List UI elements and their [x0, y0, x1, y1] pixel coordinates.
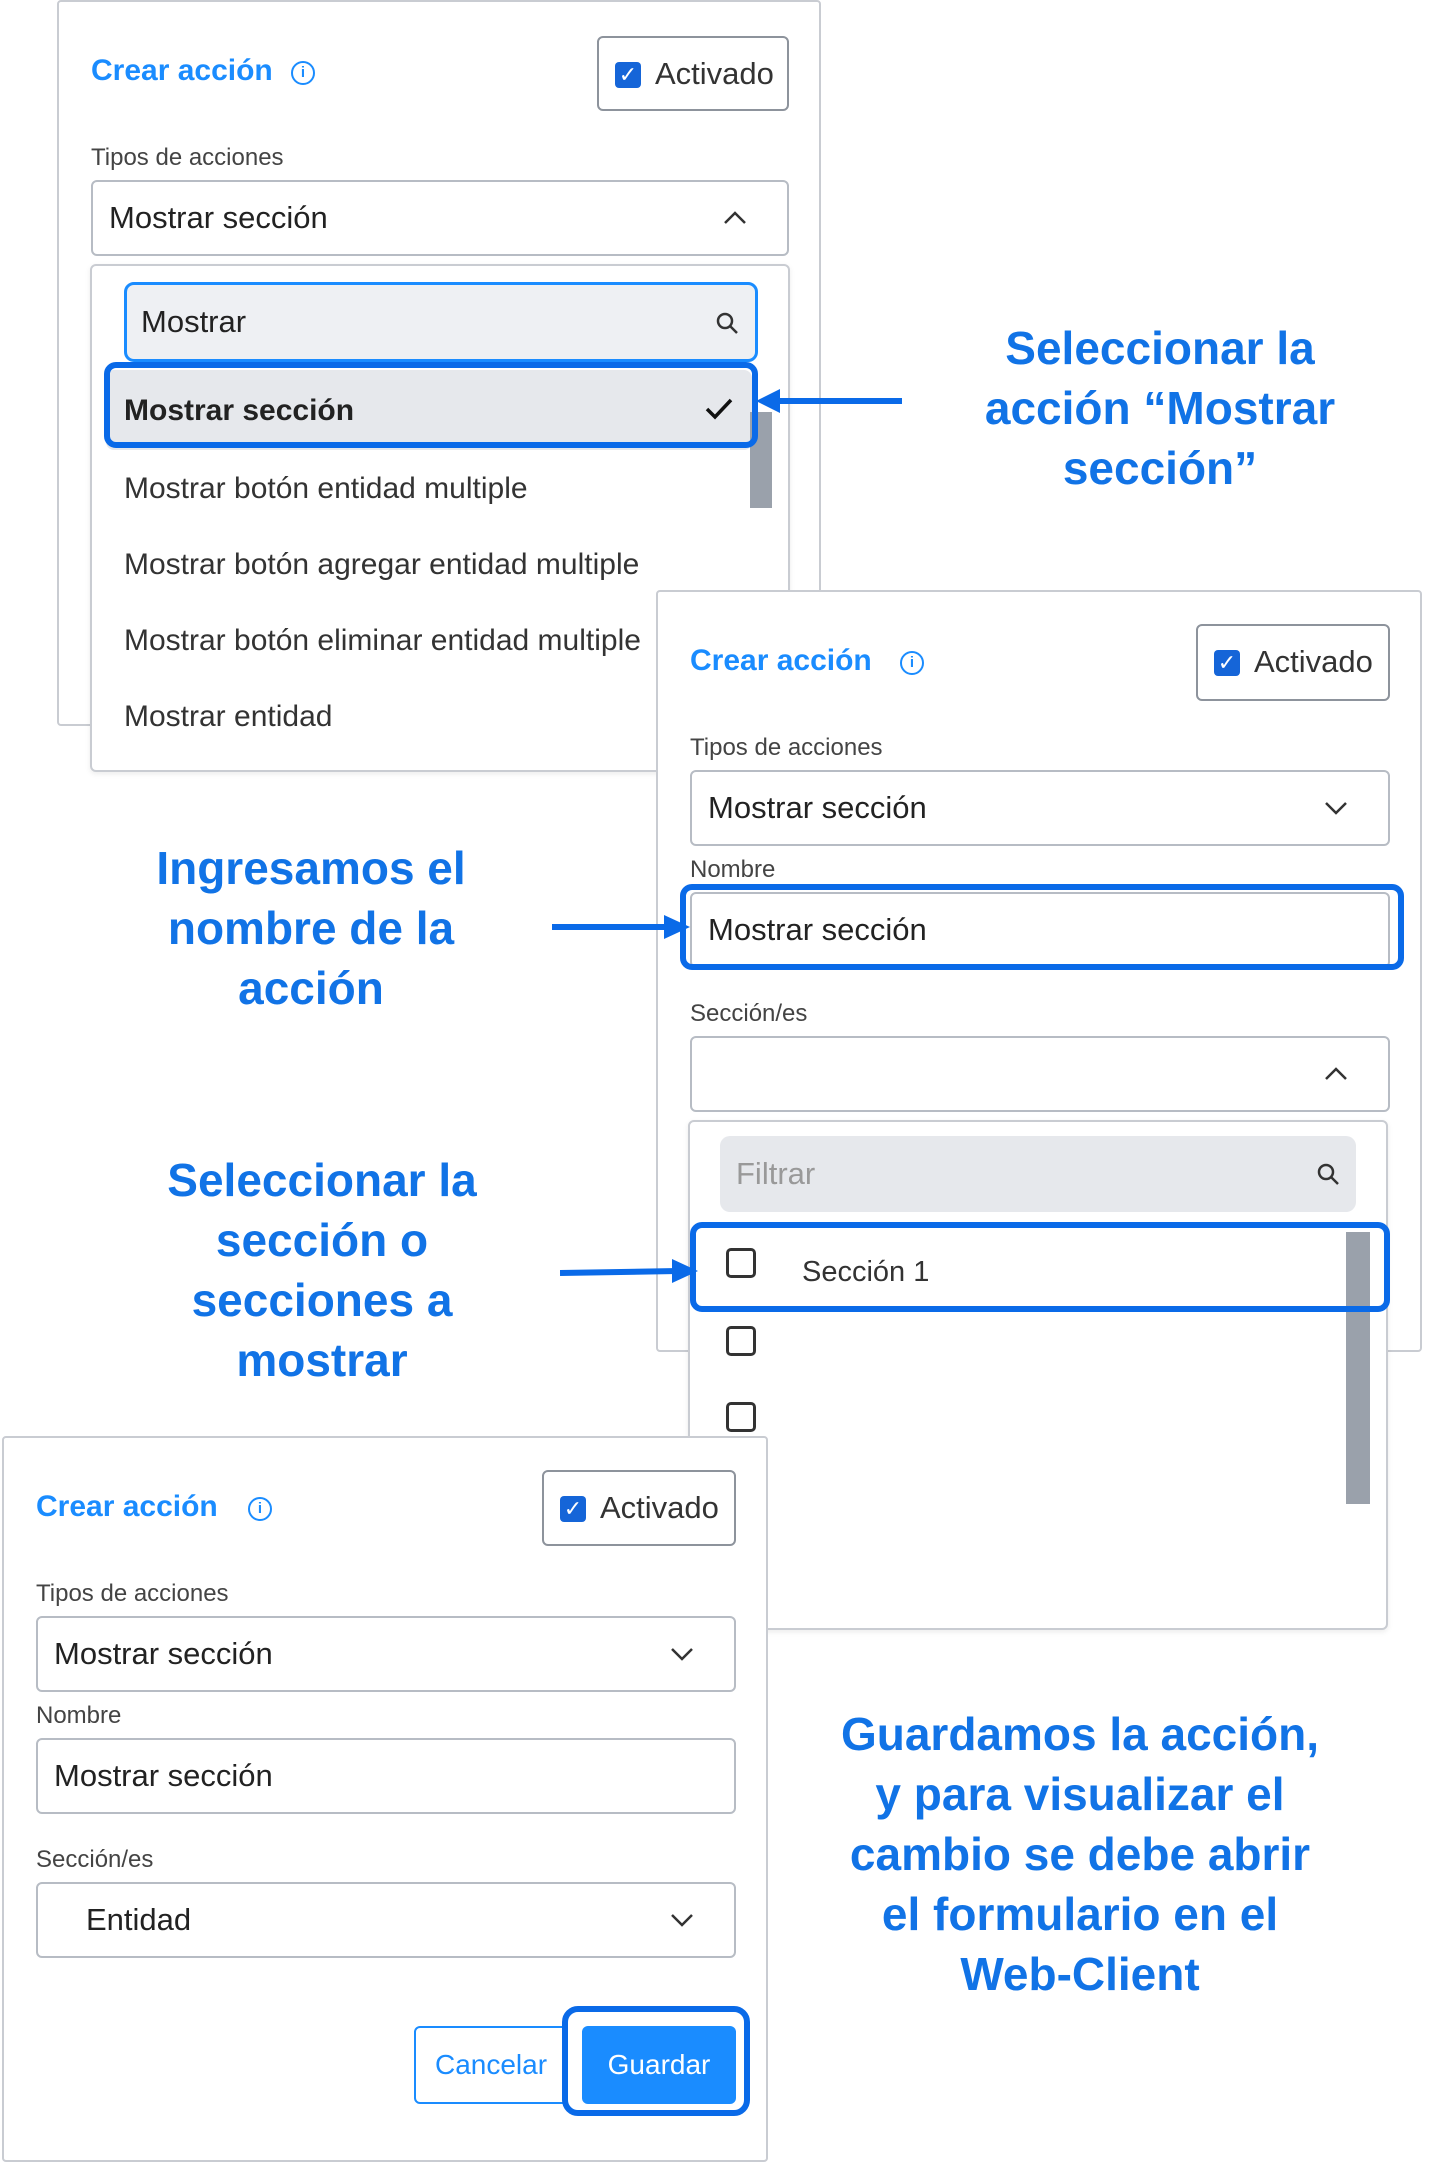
search-icon [1317, 1163, 1339, 1185]
check-icon: ✓ [560, 1496, 586, 1522]
chevron-down-icon [1325, 802, 1347, 815]
activado-label: Activado [1254, 644, 1373, 679]
callout-enter-name: Ingresamos el nombre de la acción [156, 842, 466, 1014]
name-label: Nombre [36, 1702, 122, 1729]
types-value: Mostrar sección [109, 200, 328, 235]
section-checkbox-2[interactable] [726, 1326, 756, 1356]
option-boton-entidad-multiple[interactable]: Mostrar botón entidad multiple [124, 472, 528, 506]
activado-label: Activado [600, 1490, 719, 1525]
sections-label: Sección/es [36, 1846, 154, 1873]
filter-input[interactable]: Filtrar [720, 1136, 1356, 1212]
callout-select-action: Seleccionar la acción “Mostrar sección” [984, 322, 1336, 494]
highlight-section-item [690, 1222, 1390, 1312]
types-select[interactable]: Mostrar sección [690, 770, 1390, 846]
cancel-button[interactable]: Cancelar [414, 2026, 568, 2104]
chevron-up-icon [1325, 1067, 1347, 1080]
sections-label: Sección/es [690, 1000, 808, 1027]
types-label: Tipos de acciones [690, 734, 883, 761]
highlight-name-field [680, 884, 1404, 970]
arrow-icon [560, 1259, 698, 1283]
activado-label: Activado [655, 56, 774, 91]
search-value: Mostrar [141, 304, 247, 339]
option-boton-eliminar[interactable]: Mostrar botón eliminar entidad multiple [124, 624, 641, 658]
chevron-up-icon [724, 211, 746, 224]
name-label: Nombre [690, 856, 776, 883]
sections-value: Entidad [86, 1902, 192, 1937]
arrow-icon [756, 389, 902, 413]
info-icon[interactable]: i [291, 61, 315, 85]
chevron-down-icon [671, 1648, 693, 1661]
sections-select[interactable] [690, 1036, 1390, 1112]
check-icon: ✓ [615, 62, 641, 88]
search-input[interactable]: Mostrar [124, 282, 758, 362]
highlight-option [104, 362, 758, 448]
sections-dropdown: Filtrar Sección 1 [688, 1120, 1388, 1630]
callout-select-section: Seleccionar la sección o secciones a mos… [167, 1154, 477, 1386]
check-icon: ✓ [1214, 650, 1240, 676]
types-label: Tipos de acciones [36, 1580, 229, 1607]
sections-select[interactable]: Entidad [36, 1882, 736, 1958]
activado-toggle[interactable]: ✓ Activado [542, 1470, 736, 1546]
chevron-down-icon [671, 1914, 693, 1927]
option-mostrar-entidad[interactable]: Mostrar entidad [124, 700, 332, 734]
types-value: Mostrar sección [708, 790, 927, 825]
section-checkbox-3[interactable] [726, 1402, 756, 1432]
highlight-save-button [562, 2006, 750, 2116]
arrow-icon [552, 915, 690, 939]
filter-placeholder: Filtrar [736, 1156, 816, 1191]
panel-title: Crear acción [36, 1490, 218, 1523]
types-select[interactable]: Mostrar sección [36, 1616, 736, 1692]
info-icon[interactable]: i [900, 651, 924, 675]
name-value: Mostrar sección [54, 1758, 273, 1793]
option-boton-agregar[interactable]: Mostrar botón agregar entidad multiple [124, 548, 639, 582]
panel-title: Crear acción [91, 54, 273, 87]
info-icon[interactable]: i [248, 1497, 272, 1521]
types-value: Mostrar sección [54, 1636, 273, 1671]
types-select[interactable]: Mostrar sección [91, 180, 789, 256]
activado-toggle[interactable]: ✓ Activado [1196, 624, 1390, 701]
search-icon [716, 312, 738, 334]
callout-save-note: Guardamos la acción, y para visualizar e… [840, 1708, 1320, 2000]
types-label: Tipos de acciones [91, 144, 284, 171]
name-input[interactable]: Mostrar sección [36, 1738, 736, 1814]
activado-toggle[interactable]: ✓ Activado [597, 36, 789, 111]
panel-title: Crear acción [690, 644, 872, 677]
